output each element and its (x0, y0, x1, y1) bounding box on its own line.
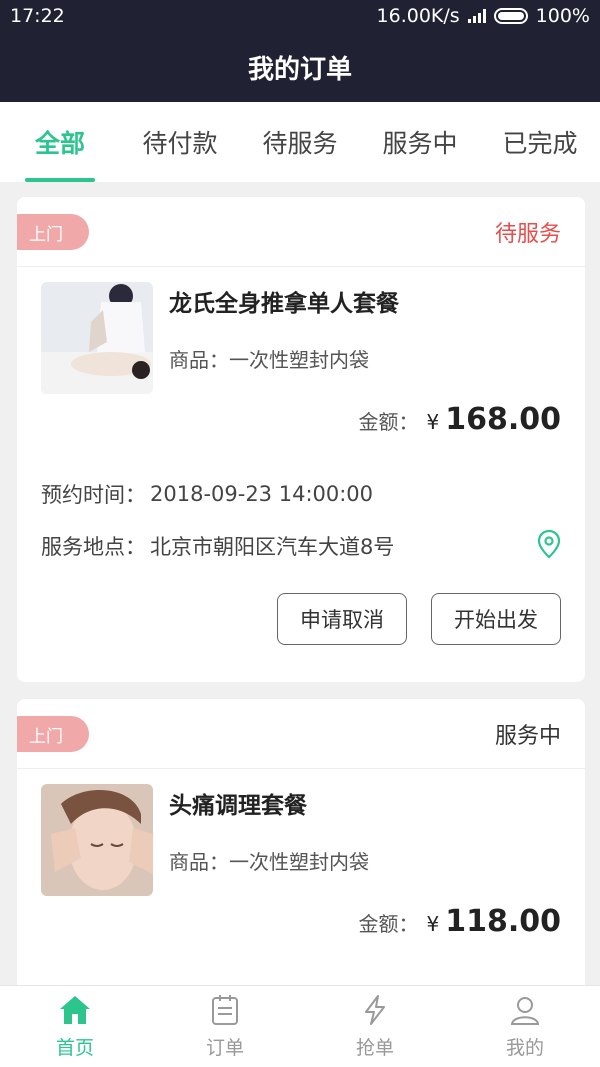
nav-orders[interactable]: 订单 (150, 986, 300, 1067)
status-bar: 17:22 16.00K/s 100% (0, 0, 600, 32)
tab-pending-service[interactable]: 待服务 (240, 102, 360, 182)
product-thumbnail (41, 784, 153, 896)
clipboard-icon (210, 994, 240, 1031)
cancel-order-button[interactable]: 申请取消 (277, 593, 407, 645)
product-row: 龙氏全身推拿单人套餐 商品：一次性塑封内袋 (17, 267, 585, 402)
order-status: 服务中 (494, 723, 561, 749)
network-speed: 16.00K/s (376, 5, 460, 27)
amount-value: 168.00 (445, 402, 561, 437)
page-title: 我的订单 (247, 54, 352, 85)
nav-home[interactable]: 首页 (0, 986, 150, 1067)
appointment-row: 预约时间： 2018-09-23 14:00:00 (17, 470, 585, 518)
amount-label: 金额： (358, 912, 419, 936)
signal-icon (467, 9, 486, 23)
bottom-nav: 首页 订单 抢单 我的 (0, 985, 600, 1067)
amount-row: 金额： ¥ 168.00 (17, 402, 585, 462)
start-departure-button[interactable]: 开始出发 (431, 593, 561, 645)
product-spec: 商品：一次性塑封内袋 (169, 348, 369, 372)
product-title: 头痛调理套餐 (169, 793, 307, 819)
nav-profile[interactable]: 我的 (450, 986, 600, 1067)
appointment-label: 预约时间： (41, 483, 146, 507)
nav-grab-order-label: 抢单 (355, 1036, 394, 1059)
amount-value: 118.00 (445, 904, 561, 939)
order-tabs: 全部 待付款 待服务 服务中 已完成 (0, 102, 600, 182)
nav-profile-label: 我的 (505, 1036, 544, 1059)
amount-label: 金额： (358, 410, 419, 434)
order-card[interactable]: 上门 服务中 头痛调理套餐 商品：一次性塑封内袋 金额： ¥ 118.00 (17, 699, 585, 999)
battery-icon (493, 8, 528, 24)
location-label: 服务地点： (41, 535, 146, 559)
product-title: 龙氏全身推拿单人套餐 (169, 291, 399, 317)
nav-bar: 我的订单 (0, 32, 600, 102)
lightning-icon (361, 994, 389, 1031)
product-row: 头痛调理套餐 商品：一次性塑封内袋 (17, 769, 585, 904)
nav-grab-order[interactable]: 抢单 (300, 986, 450, 1067)
product-thumbnail (41, 282, 153, 394)
currency-symbol: ¥ (426, 912, 440, 936)
home-icon (58, 994, 92, 1031)
service-type-tag: 上门 (17, 214, 89, 250)
map-pin-icon[interactable] (537, 529, 561, 564)
tab-all[interactable]: 全部 (0, 102, 120, 182)
status-indicators: 16.00K/s 100% (377, 5, 590, 27)
user-icon (509, 994, 541, 1031)
tab-pending-payment[interactable]: 待付款 (120, 102, 240, 182)
nav-home-label: 首页 (55, 1036, 94, 1059)
order-card-header: 上门 服务中 (17, 699, 585, 769)
amount-row: 金额： ¥ 118.00 (17, 904, 585, 964)
appointment-time: 2018-09-23 14:00:00 (150, 482, 374, 506)
battery-percent: 100% (535, 5, 590, 27)
order-actions: 申请取消 开始出发 (17, 570, 585, 645)
order-card-header: 上门 待服务 (17, 197, 585, 267)
tab-completed[interactable]: 已完成 (480, 102, 600, 182)
service-type-tag: 上门 (17, 716, 89, 752)
order-status: 待服务 (494, 221, 561, 247)
location-value: 北京市朝阳区汽车大道8号 (150, 535, 395, 559)
nav-orders-label: 订单 (205, 1036, 244, 1059)
product-spec: 商品：一次性塑封内袋 (169, 850, 369, 874)
tab-in-service[interactable]: 服务中 (360, 102, 480, 182)
status-time: 17:22 (10, 5, 65, 27)
location-row: 服务地点： 北京市朝阳区汽车大道8号 (17, 522, 585, 570)
order-card[interactable]: 上门 待服务 龙氏全身推拿单人套餐 商品：一次性塑封内袋 金额： ¥ 168.0… (17, 197, 585, 682)
currency-symbol: ¥ (426, 410, 440, 434)
